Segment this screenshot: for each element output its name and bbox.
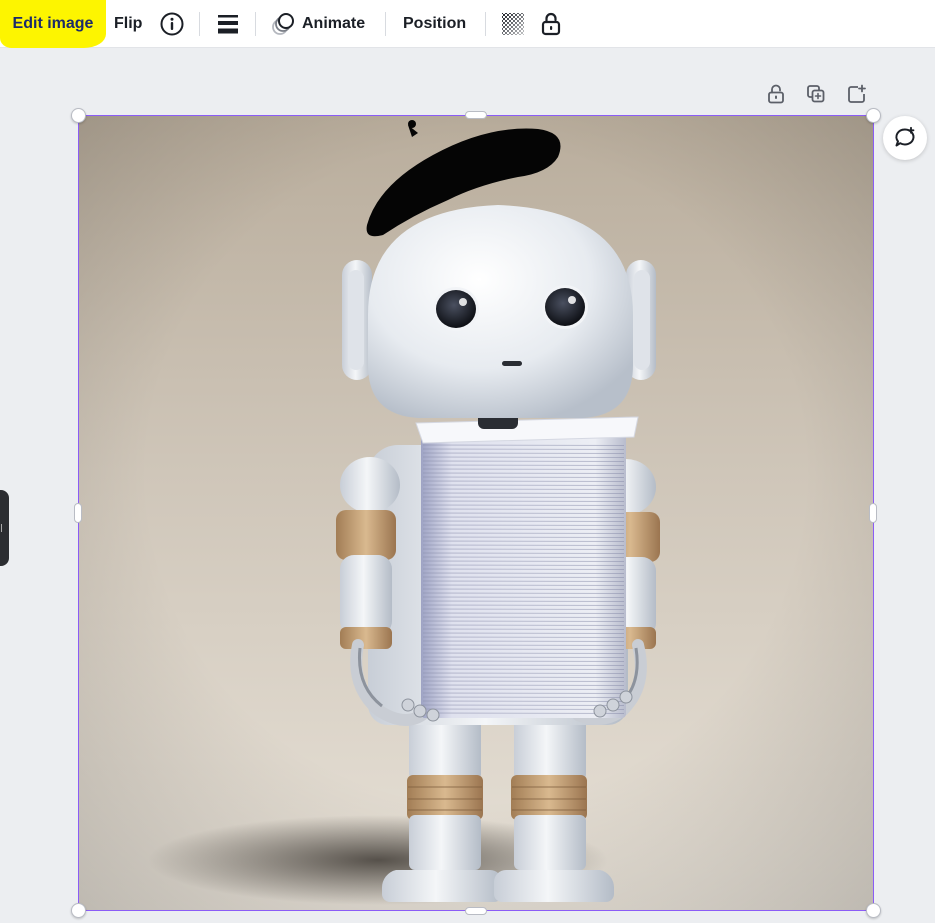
resize-handle-bottom-right[interactable] (866, 903, 881, 918)
toolbar-divider (485, 12, 486, 36)
editor-toolbar: Edit image Flip Animate Position (0, 0, 935, 48)
add-comment-icon (895, 126, 915, 147)
toolbar-divider (255, 12, 256, 36)
add-page-button[interactable] (845, 82, 869, 106)
resize-handle-top[interactable] (465, 111, 487, 119)
selected-image[interactable] (78, 115, 874, 911)
unlock-icon (768, 84, 784, 104)
animate-label: Animate (302, 15, 366, 32)
side-panel-toggle[interactable] (0, 490, 9, 566)
resize-handle-right[interactable] (869, 503, 877, 523)
border-style-button[interactable] (216, 0, 240, 48)
transparency-button[interactable] (501, 0, 525, 48)
resize-handle-left[interactable] (74, 503, 82, 523)
toolbar-divider (199, 12, 200, 36)
resize-handle-bottom[interactable] (465, 907, 487, 915)
page-lock-button[interactable] (764, 82, 788, 106)
lock-button[interactable] (540, 0, 562, 48)
edit-image-button[interactable]: Edit image (0, 0, 106, 48)
unlock-icon (541, 12, 561, 36)
info-icon (160, 12, 184, 36)
duplicate-icon (807, 85, 825, 103)
resize-handle-bottom-left[interactable] (71, 903, 86, 918)
toolbar-divider (385, 12, 386, 36)
duplicate-page-button[interactable] (804, 82, 828, 106)
robot-illustration (78, 115, 874, 911)
position-button[interactable]: Position (403, 0, 466, 48)
border-style-icon (218, 15, 238, 34)
add-page-icon (848, 84, 866, 103)
transparency-icon (502, 13, 524, 35)
info-button[interactable] (159, 0, 185, 48)
edit-image-label: Edit image (12, 15, 94, 32)
resize-handle-top-right[interactable] (866, 108, 881, 123)
flip-button[interactable]: Flip (114, 0, 142, 48)
animate-button[interactable]: Animate (271, 0, 365, 48)
add-comment-button[interactable] (883, 116, 927, 160)
animate-icon (272, 13, 294, 35)
flip-label: Flip (114, 15, 143, 32)
position-label: Position (403, 15, 467, 32)
collapse-chevron-icon (1, 524, 4, 532)
resize-handle-top-left[interactable] (71, 108, 86, 123)
